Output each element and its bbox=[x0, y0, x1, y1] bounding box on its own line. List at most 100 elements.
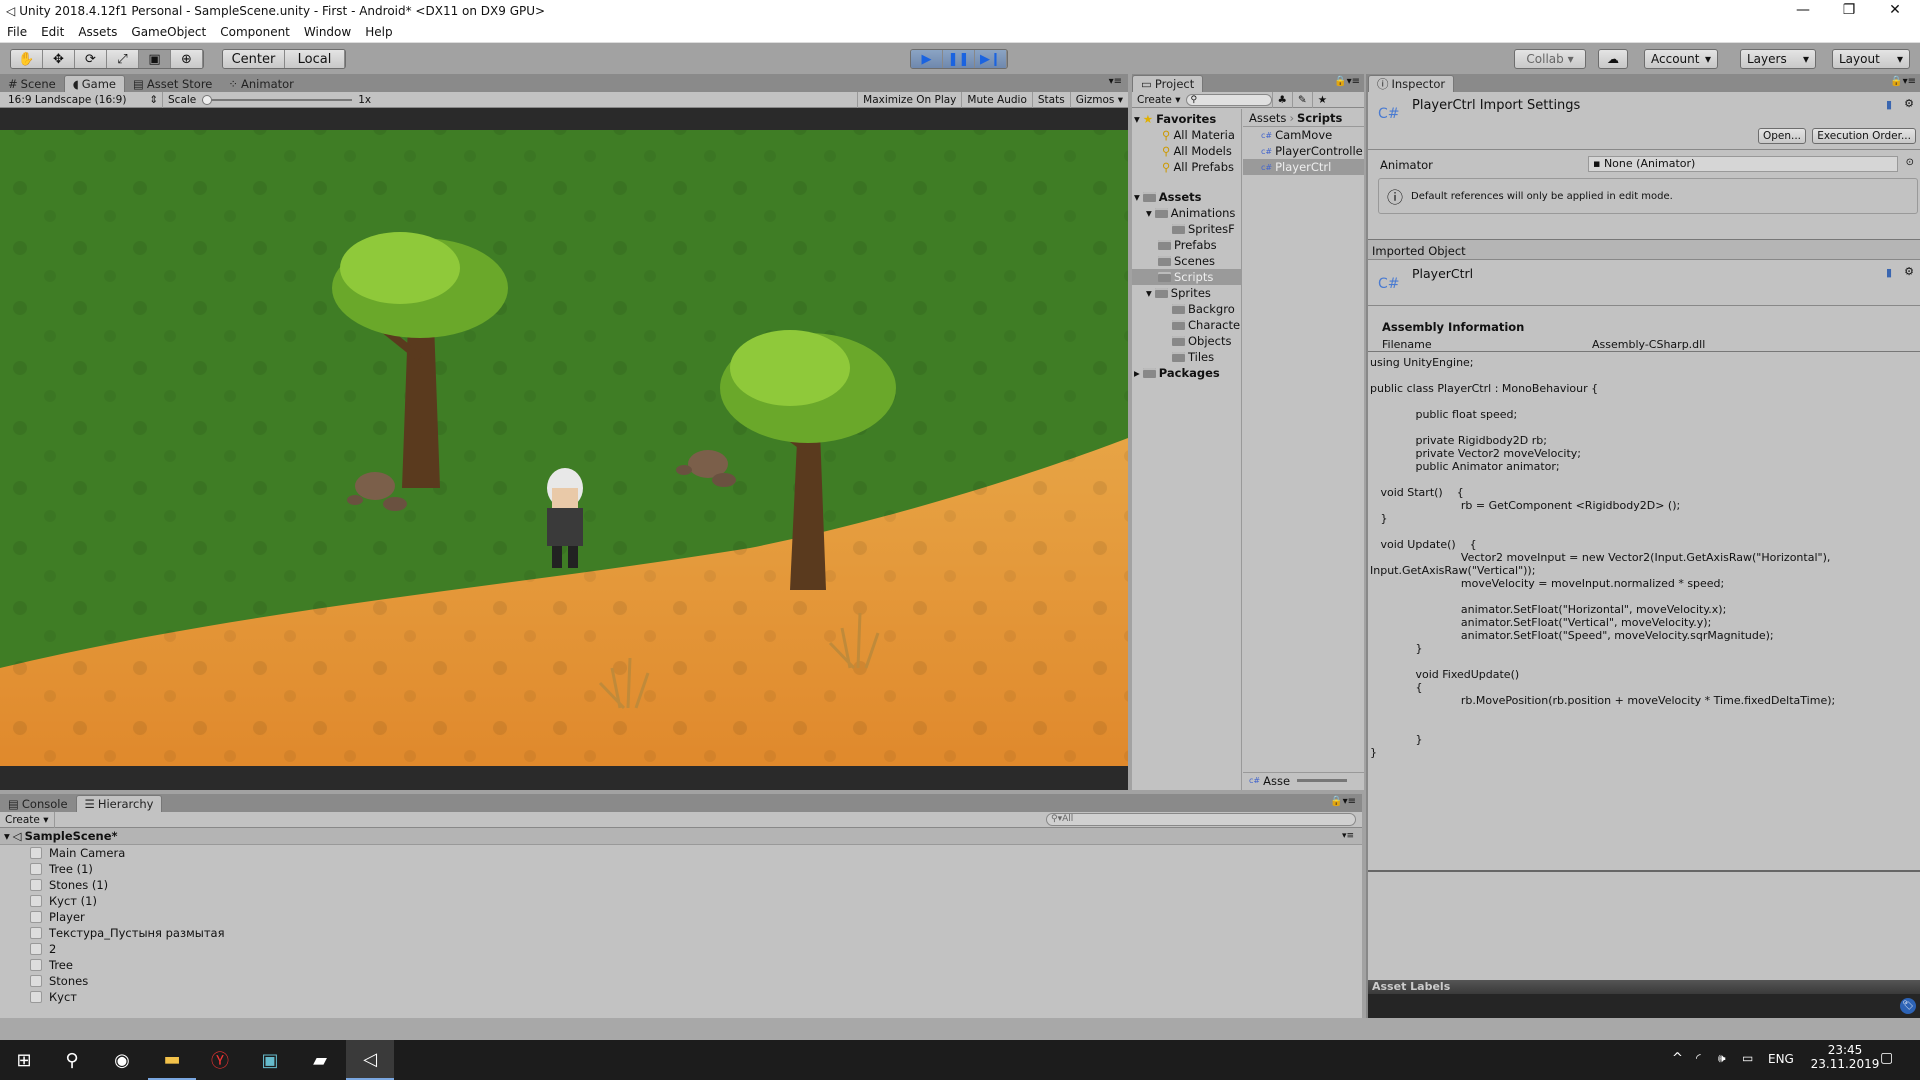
folder-objects[interactable]: Objects bbox=[1132, 333, 1241, 349]
file-playercontroller[interactable]: c# PlayerControlle bbox=[1243, 143, 1364, 159]
file-playerctrl[interactable]: c# PlayerCtrl bbox=[1243, 159, 1364, 175]
clock[interactable]: 23:45 23.11.2019 bbox=[1810, 1043, 1880, 1071]
scene-header[interactable]: ▾ ◁ SampleScene* ▾≡ bbox=[0, 828, 1362, 845]
hierarchy-create-button[interactable]: Create ▾ bbox=[0, 811, 55, 828]
tag-icon[interactable]: 🏷 bbox=[1900, 998, 1916, 1014]
hierarchy-item[interactable]: Куст (1) bbox=[30, 893, 1362, 909]
move-tool-icon[interactable]: ✥ bbox=[43, 50, 75, 68]
lock-icon[interactable]: 🔒▾≡ bbox=[1330, 796, 1356, 807]
help-book-icon[interactable]: ▮ bbox=[1886, 98, 1892, 111]
minimize-button[interactable]: — bbox=[1780, 0, 1826, 22]
hierarchy-item[interactable]: Tree (1) bbox=[30, 861, 1362, 877]
center-button[interactable]: Center bbox=[223, 50, 285, 68]
tab-hierarchy[interactable]: ☰ Hierarchy bbox=[75, 795, 163, 812]
volume-icon[interactable]: 🕪 bbox=[1718, 1051, 1726, 1066]
execution-order-button[interactable]: Execution Order... bbox=[1812, 128, 1916, 144]
folder-prefabs[interactable]: Prefabs bbox=[1132, 237, 1241, 253]
menu-assets[interactable]: Assets bbox=[71, 25, 124, 39]
tab-game[interactable]: ◖ Game bbox=[63, 75, 126, 92]
browser-icon[interactable]: ◉ bbox=[98, 1040, 146, 1080]
open-button[interactable]: Open... bbox=[1757, 128, 1806, 144]
favorite-item[interactable]: ⚲ All Materia bbox=[1132, 127, 1241, 143]
folder-sprites[interactable]: ▾ Sprites bbox=[1132, 285, 1241, 301]
icon-size-slider[interactable] bbox=[1297, 779, 1348, 782]
lock-icon[interactable]: 🔒▾≡ bbox=[1334, 76, 1360, 87]
breadcrumb-scripts[interactable]: Scripts bbox=[1297, 111, 1342, 125]
folder-scripts[interactable]: Scripts bbox=[1132, 269, 1241, 285]
gizmos-button[interactable]: Gizmos ▾ bbox=[1069, 91, 1128, 108]
object-picker-icon[interactable]: ⊙ bbox=[1906, 157, 1914, 168]
favorite-star-icon[interactable]: ★ bbox=[1311, 91, 1332, 108]
hierarchy-item[interactable]: Tree bbox=[30, 957, 1362, 973]
hierarchy-item[interactable]: Текстура_Пустыня размытая bbox=[30, 925, 1362, 941]
filter-label-icon[interactable]: ✎ bbox=[1291, 91, 1312, 108]
menu-window[interactable]: Window bbox=[297, 25, 358, 39]
unity-hub-icon[interactable]: ▰ bbox=[296, 1040, 344, 1080]
pause-icon[interactable]: ❚❚ bbox=[943, 50, 975, 68]
search-icon[interactable]: ⚲ bbox=[48, 1040, 96, 1080]
file-cammove[interactable]: c# CamMove bbox=[1243, 127, 1364, 143]
favorites-header[interactable]: ▾ ★ Favorites bbox=[1132, 111, 1241, 127]
filter-type-icon[interactable]: ♣ bbox=[1271, 91, 1292, 108]
transform-tool-icon[interactable]: ⊕ bbox=[171, 50, 203, 68]
tab-project[interactable]: ▭ Project bbox=[1132, 75, 1204, 92]
notifications-icon[interactable]: ▢ bbox=[1880, 1050, 1893, 1066]
gear-icon[interactable]: ⚙ bbox=[1904, 265, 1914, 278]
panel-menu-icon[interactable]: ▾≡ bbox=[1109, 76, 1122, 87]
unity-editor-icon[interactable]: ◁ bbox=[346, 1040, 394, 1080]
cloud-icon[interactable]: ☁ bbox=[1598, 49, 1628, 69]
file-explorer-icon[interactable]: ▬ bbox=[148, 1040, 196, 1080]
hierarchy-search-input[interactable]: ⚲▾All bbox=[1046, 813, 1356, 826]
packages-folder[interactable]: ▸ Packages bbox=[1132, 365, 1241, 381]
hierarchy-item[interactable]: Куст bbox=[30, 989, 1362, 1005]
folder-characte[interactable]: Characte bbox=[1132, 317, 1241, 333]
app-icon[interactable]: ▣ bbox=[246, 1040, 294, 1080]
scene-menu-icon[interactable]: ▾≡ bbox=[1342, 831, 1354, 841]
hierarchy-item[interactable]: Stones (1) bbox=[30, 877, 1362, 893]
windows-start-icon[interactable]: ⊞ bbox=[0, 1040, 48, 1080]
tab-inspector[interactable]: ⓘ Inspector bbox=[1368, 75, 1455, 92]
yandex-browser-icon[interactable]: Ⓨ bbox=[196, 1040, 244, 1080]
hierarchy-item[interactable]: Stones bbox=[30, 973, 1362, 989]
project-create-button[interactable]: Create ▾ bbox=[1132, 92, 1186, 108]
layout-dropdown[interactable]: Layout ▾ bbox=[1832, 49, 1910, 69]
folder-tiles[interactable]: Tiles bbox=[1132, 349, 1241, 365]
restore-button[interactable]: ❐ bbox=[1826, 0, 1872, 22]
hand-tool-icon[interactable]: ✋ bbox=[11, 50, 43, 68]
mute-audio-button[interactable]: Mute Audio bbox=[961, 91, 1031, 108]
lock-icon[interactable]: 🔒▾≡ bbox=[1890, 76, 1916, 87]
folder-backgro[interactable]: Backgro bbox=[1132, 301, 1241, 317]
layers-dropdown[interactable]: Layers ▾ bbox=[1740, 49, 1816, 69]
tab-asset-store[interactable]: ▤ Asset Store bbox=[125, 75, 220, 92]
breadcrumb-assets[interactable]: Assets bbox=[1249, 111, 1286, 125]
menu-file[interactable]: File bbox=[0, 25, 34, 39]
aspect-dropdown[interactable]: 16:9 Landscape (16:9) ⇕ bbox=[0, 94, 162, 106]
folder-spritesf[interactable]: SpritesF bbox=[1132, 221, 1241, 237]
folder-scenes[interactable]: Scenes bbox=[1132, 253, 1241, 269]
maximize-on-play-button[interactable]: Maximize On Play bbox=[857, 91, 961, 108]
menu-gameobject[interactable]: GameObject bbox=[124, 25, 213, 39]
assets-folder[interactable]: ▾ Assets bbox=[1132, 189, 1241, 205]
rect-tool-icon[interactable]: ▣ bbox=[139, 50, 171, 68]
hierarchy-item[interactable]: Player bbox=[30, 909, 1362, 925]
battery-icon[interactable]: ▭ bbox=[1742, 1051, 1753, 1065]
menu-component[interactable]: Component bbox=[213, 25, 297, 39]
gear-icon[interactable]: ⚙ bbox=[1904, 97, 1914, 110]
local-button[interactable]: Local bbox=[285, 50, 345, 68]
menu-help[interactable]: Help bbox=[358, 25, 399, 39]
tray-chevron-icon[interactable]: ^ bbox=[1672, 1051, 1683, 1066]
close-button[interactable]: ✕ bbox=[1872, 0, 1918, 22]
project-search-input[interactable]: ⚲ bbox=[1185, 93, 1272, 106]
collab-button[interactable]: Collab ▾ bbox=[1514, 49, 1586, 69]
help-book-icon[interactable]: ▮ bbox=[1886, 266, 1892, 279]
animator-object-field[interactable]: ▪ None (Animator) bbox=[1588, 156, 1898, 172]
hierarchy-item[interactable]: 2 bbox=[30, 941, 1362, 957]
menu-edit[interactable]: Edit bbox=[34, 25, 71, 39]
wifi-icon[interactable]: ◜ bbox=[1696, 1051, 1701, 1065]
tab-animator[interactable]: ⁘ Animator bbox=[220, 75, 302, 92]
game-viewport[interactable] bbox=[0, 108, 1128, 790]
rotate-tool-icon[interactable]: ⟳ bbox=[75, 50, 107, 68]
hierarchy-item[interactable]: Main Camera bbox=[30, 845, 1362, 861]
folder-animations[interactable]: ▾ Animations bbox=[1132, 205, 1241, 221]
language-indicator[interactable]: ENG bbox=[1768, 1052, 1794, 1066]
